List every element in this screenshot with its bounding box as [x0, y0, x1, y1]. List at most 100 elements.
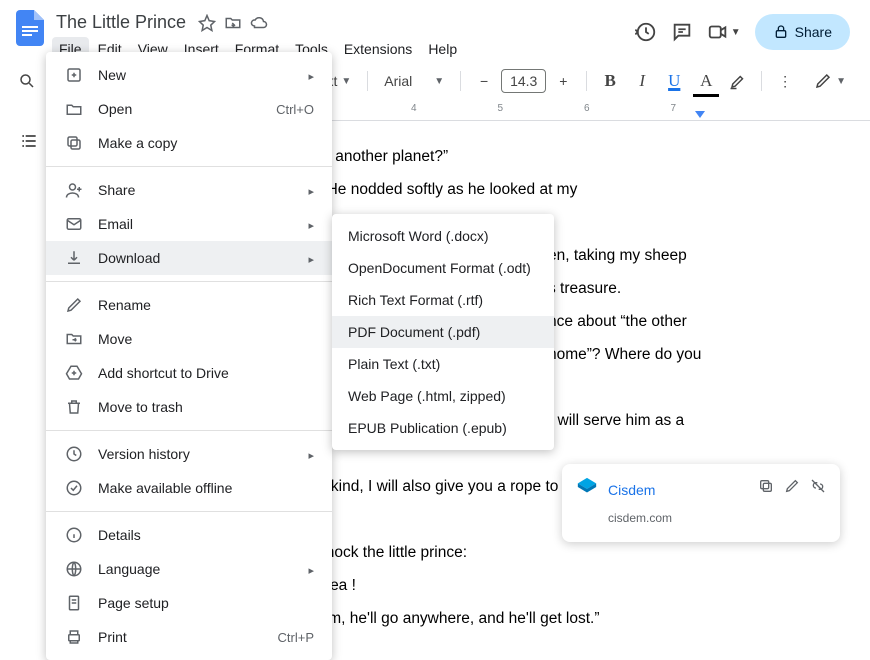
menu-item-print[interactable]: Print Ctrl+P [46, 620, 332, 654]
menu-item-email[interactable]: Email [46, 207, 332, 241]
docs-logo-icon[interactable] [12, 10, 48, 46]
separator [586, 71, 587, 91]
header-actions: ▼ Share [635, 6, 858, 50]
menu-item-new[interactable]: New [46, 58, 332, 92]
pencil-icon [64, 296, 84, 314]
menu-item-version-history[interactable]: Version history [46, 437, 332, 471]
right-indent-marker[interactable] [695, 111, 705, 118]
link-preview-title[interactable]: Cisdem [608, 476, 748, 504]
share-button[interactable]: Share [755, 14, 850, 50]
menu-item-language[interactable]: Language [46, 552, 332, 586]
menu-item-label: New [98, 67, 126, 83]
page-setup-icon [64, 594, 84, 612]
editing-mode-dropdown[interactable]: ▼ [804, 66, 856, 96]
submenu-item-plain-text-txt-[interactable]: Plain Text (.txt) [332, 348, 554, 380]
menu-item-label: Print [98, 629, 127, 645]
font-dropdown[interactable]: Arial ▼ [378, 73, 450, 89]
info-icon [64, 526, 84, 544]
submenu-item-pdf-document-pdf-[interactable]: PDF Document (.pdf) [332, 316, 554, 348]
file-menu: New OpenCtrl+O Make a copy Share Email Downlo… [46, 52, 332, 660]
menu-item-details[interactable]: Details [46, 518, 332, 552]
highlight-button[interactable] [725, 68, 751, 94]
copy-link-icon[interactable] [758, 478, 774, 494]
submenu-arrow-icon [308, 216, 314, 232]
drive-add-icon [64, 364, 84, 382]
trash-icon [64, 398, 84, 416]
edit-link-icon[interactable] [784, 478, 800, 494]
separator [761, 71, 762, 91]
menu-item-label: Add shortcut to Drive [98, 365, 229, 381]
submenu-item-opendocument-format-odt-[interactable]: OpenDocument Format (.odt) [332, 252, 554, 284]
decrease-font-icon[interactable]: − [471, 68, 497, 94]
ruler-number: 7 [670, 103, 676, 114]
menu-item-add-shortcut-to-drive[interactable]: Add shortcut to Drive [46, 356, 332, 390]
submenu-arrow-icon [308, 446, 314, 462]
menu-item-label: Email [98, 216, 133, 232]
search-menus-icon[interactable] [14, 68, 40, 94]
ruler-number: 5 [498, 103, 504, 114]
menu-item-label: Share [98, 182, 135, 198]
mail-icon [64, 215, 84, 233]
submenu-arrow-icon [308, 182, 314, 198]
menu-item-page-setup[interactable]: Page setup [46, 586, 332, 620]
menu-item-rename[interactable]: Rename [46, 288, 332, 322]
italic-button[interactable]: I [629, 68, 655, 94]
separator [460, 71, 461, 91]
menu-item-label: Make a copy [98, 135, 177, 151]
more-tools-icon[interactable]: ⋮ [772, 68, 798, 94]
ruler-number: 6 [584, 103, 590, 114]
menu-item-label: Open [98, 101, 132, 117]
folder-move-icon [64, 330, 84, 348]
ruler-number: 4 [411, 103, 417, 114]
menu-item-make-available-offline[interactable]: Make available offline [46, 471, 332, 505]
star-icon[interactable] [198, 14, 216, 32]
globe-icon [64, 560, 84, 578]
download-icon [64, 249, 84, 267]
menu-item-label: Version history [98, 446, 190, 462]
menu-separator [46, 281, 332, 282]
download-submenu: Microsoft Word (.docx)OpenDocument Forma… [332, 214, 554, 450]
meet-icon[interactable]: ▼ [707, 21, 741, 43]
separator [367, 71, 368, 91]
increase-font-icon[interactable]: + [550, 68, 576, 94]
underline-button[interactable]: U [661, 68, 687, 94]
bold-button[interactable]: B [597, 68, 623, 94]
submenu-item-epub-publication-epub-[interactable]: EPUB Publication (.epub) [332, 412, 554, 444]
last-edit-icon[interactable] [635, 21, 657, 43]
menu-shortcut: Ctrl+P [278, 630, 314, 645]
comments-icon[interactable] [671, 21, 693, 43]
menu-item-move[interactable]: Move [46, 322, 332, 356]
cloud-status-icon[interactable] [250, 14, 268, 32]
document-title[interactable]: The Little Prince [52, 10, 190, 35]
menu-item-share[interactable]: Share [46, 173, 332, 207]
text-color-button[interactable]: A [693, 68, 719, 94]
menu-item-open[interactable]: OpenCtrl+O [46, 92, 332, 126]
menu-item-label: Language [98, 561, 160, 577]
menu-extensions[interactable]: Extensions [337, 37, 419, 61]
move-folder-icon[interactable] [224, 14, 242, 32]
submenu-arrow-icon [308, 250, 314, 266]
menu-item-label: Details [98, 527, 141, 543]
link-favicon-icon [576, 476, 598, 498]
menu-item-make-a-copy[interactable]: Make a copy [46, 126, 332, 160]
menu-separator [46, 166, 332, 167]
menu-item-label: Move [98, 331, 132, 347]
submenu-item-rich-text-format-rtf-[interactable]: Rich Text Format (.rtf) [332, 284, 554, 316]
menu-item-label: Move to trash [98, 399, 183, 415]
menu-help[interactable]: Help [421, 37, 464, 61]
link-preview-card: Cisdem cisdem.com [562, 464, 840, 542]
submenu-arrow-icon [308, 67, 314, 83]
remove-link-icon[interactable] [810, 478, 826, 494]
menu-item-label: Rename [98, 297, 151, 313]
menu-item-label: Download [98, 250, 160, 266]
menu-item-download[interactable]: Download [46, 241, 332, 275]
print-icon [64, 628, 84, 646]
copy-icon [64, 134, 84, 152]
menu-separator [46, 511, 332, 512]
outline-icon[interactable] [19, 131, 39, 151]
submenu-item-microsoft-word-docx-[interactable]: Microsoft Word (.docx) [332, 220, 554, 252]
menu-item-move-to-trash[interactable]: Move to trash [46, 390, 332, 424]
font-size-input[interactable]: 14.3 [501, 69, 546, 93]
menu-item-label: Page setup [98, 595, 169, 611]
submenu-item-web-page-html-zipped-[interactable]: Web Page (.html, zipped) [332, 380, 554, 412]
